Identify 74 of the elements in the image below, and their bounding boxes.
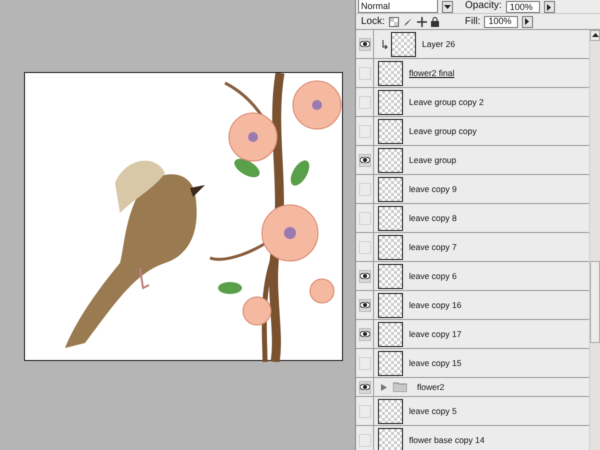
layer-row[interactable]: Leave group	[356, 146, 589, 175]
layer-row[interactable]: leave copy 8	[356, 204, 589, 233]
layer-row[interactable]: leave copy 7	[356, 233, 589, 262]
blend-mode-dropdown[interactable]: Normal	[358, 0, 438, 13]
layer-name: Layer 26	[422, 38, 456, 50]
layer-thumbnail	[378, 90, 403, 114]
eye-icon[interactable]	[358, 38, 370, 50]
layer-row[interactable]: flower base copy 14	[356, 426, 589, 450]
lock-icon[interactable]	[430, 16, 439, 26]
layer-name: leave copy 5	[409, 404, 457, 418]
layer-name: leave copy 17	[409, 328, 462, 340]
visibility-toggle[interactable]	[358, 212, 370, 224]
layer-thumbnail	[378, 428, 403, 450]
layer-thumbnail	[378, 350, 403, 376]
layer-name: Leave group copy	[409, 124, 477, 138]
layer-row[interactable]: leave copy 6	[356, 262, 589, 291]
layer-row[interactable]: flower2 final	[356, 59, 589, 88]
opacity-field[interactable]: 100%	[506, 1, 540, 13]
scroll-up-icon[interactable]	[592, 33, 598, 38]
move-icon[interactable]	[416, 16, 427, 26]
layer-row[interactable]: leave copy 9	[356, 175, 589, 204]
brush-icon[interactable]	[402, 16, 413, 26]
layer-row[interactable]: Leave group copy 2	[356, 88, 589, 117]
opacity-label: Opacity:	[465, 0, 502, 13]
eye-icon[interactable]	[358, 328, 370, 340]
layer-thumbnail	[378, 264, 403, 288]
fill-label: Fill:	[464, 15, 480, 29]
visibility-toggle[interactable]	[358, 96, 370, 108]
eye-icon[interactable]	[358, 154, 370, 166]
visibility-toggle[interactable]	[358, 124, 370, 138]
layer-name: leave copy 9	[409, 182, 457, 196]
visibility-toggle[interactable]	[358, 356, 370, 370]
visibility-toggle[interactable]	[358, 182, 370, 196]
layer-thumbnail	[378, 60, 403, 86]
layer-thumbnail	[391, 32, 416, 56]
layer-row[interactable]: Layer 26	[356, 30, 589, 59]
fill-field[interactable]: 100%	[484, 16, 518, 28]
layer-group-row[interactable]: flower2	[356, 378, 589, 397]
layer-name: leave copy 15	[409, 356, 462, 370]
scroll-thumb[interactable]	[590, 261, 600, 343]
layer-thumbnail	[378, 398, 403, 424]
lock-transparency-icon[interactable]	[388, 16, 399, 26]
layer-thumbnail	[378, 322, 403, 346]
layer-thumbnail	[378, 234, 403, 260]
layer-name: Leave group	[409, 154, 456, 166]
visibility-toggle[interactable]	[358, 434, 370, 446]
eye-icon[interactable]	[358, 270, 370, 282]
layer-thumbnail	[378, 292, 403, 318]
layer-name: Leave group copy 2	[409, 96, 484, 108]
layer-row[interactable]: Leave group copy	[356, 117, 589, 146]
layer-row[interactable]: leave copy 15	[356, 349, 589, 378]
layer-name: leave copy 8	[409, 212, 457, 224]
eye-icon[interactable]	[358, 380, 370, 394]
layer-thumbnail	[378, 206, 403, 230]
layer-name: leave copy 6	[409, 270, 457, 282]
layer-thumbnail	[378, 148, 403, 172]
scrollbar[interactable]	[589, 30, 600, 450]
visibility-toggle[interactable]	[358, 66, 370, 80]
visibility-toggle[interactable]	[358, 404, 370, 418]
lock-label: Lock:	[361, 15, 385, 29]
layer-name: flower base copy 14	[409, 434, 485, 446]
layer-thumbnail	[378, 176, 403, 202]
layer-row[interactable]: leave copy 5	[356, 397, 589, 426]
layer-name: flower2	[417, 380, 444, 394]
layer-thumbnail	[378, 118, 403, 144]
visibility-toggle[interactable]	[358, 240, 370, 254]
eye-icon[interactable]	[358, 298, 370, 312]
layer-name: leave copy 16	[409, 298, 462, 312]
layer-name: flower2 final	[409, 66, 454, 80]
layer-row[interactable]: leave copy 17	[356, 320, 589, 349]
layer-row[interactable]: leave copy 16	[356, 291, 589, 320]
folder-icon	[393, 382, 407, 392]
expand-triangle-icon[interactable]	[381, 384, 387, 390]
layer-name: leave copy 7	[409, 240, 457, 254]
